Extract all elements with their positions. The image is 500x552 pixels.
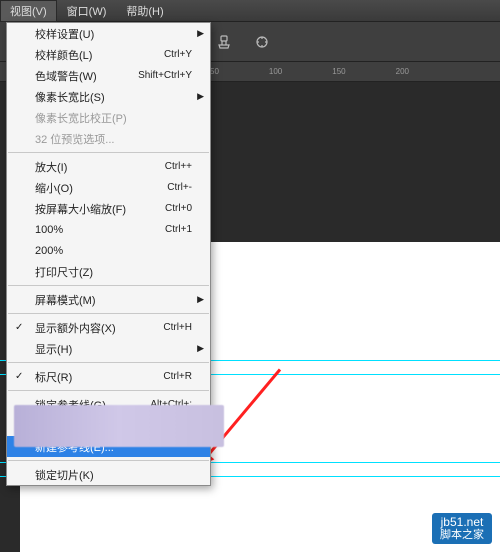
menu-separator	[8, 460, 209, 461]
menu-separator	[8, 285, 209, 286]
check-icon: ✓	[15, 322, 23, 333]
menu-item[interactable]: 100% Ctrl+1	[7, 219, 210, 240]
menu-item[interactable]: 像素长宽比(S) ▶	[7, 86, 210, 107]
menu-item[interactable]: ✓ 显示额外内容(X) Ctrl+H	[7, 317, 210, 338]
menu-item-label: 像素长宽比校正(P)	[35, 110, 127, 126]
menu-shortcut: Ctrl+0	[165, 203, 192, 214]
watermark-url: jb51.net	[441, 516, 484, 529]
menu-item[interactable]: 校样设置(U) ▶	[7, 23, 210, 44]
menu-item[interactable]: 锁定切片(K)	[7, 464, 210, 485]
menu-item-label: 缩小(O)	[35, 180, 73, 196]
menu-item[interactable]: 校样颜色(L) Ctrl+Y	[7, 44, 210, 65]
redacted-area	[14, 405, 224, 447]
menu-separator	[8, 362, 209, 363]
menu-help[interactable]: 帮助(H)	[116, 0, 173, 22]
menu-item-label: 按屏幕大小缩放(F)	[35, 201, 126, 217]
menu-item[interactable]: 缩小(O) Ctrl+-	[7, 177, 210, 198]
menu-item-label: 打印尺寸(Z)	[35, 264, 93, 280]
menu-item-label: 放大(I)	[35, 159, 67, 175]
menu-item-label: 显示额外内容(X)	[35, 320, 116, 336]
menu-item[interactable]: 显示(H) ▶	[7, 338, 210, 359]
menu-item[interactable]: 放大(I) Ctrl++	[7, 156, 210, 177]
menu-item-label: 32 位预览选项...	[35, 131, 114, 147]
menu-item[interactable]: 按屏幕大小缩放(F) Ctrl+0	[7, 198, 210, 219]
ruler-mark: 50	[210, 67, 219, 76]
menu-item-label: 像素长宽比(S)	[35, 89, 105, 105]
menu-item[interactable]: ✓ 标尺(R) Ctrl+R	[7, 366, 210, 387]
menu-item: 32 位预览选项...	[7, 128, 210, 149]
chevron-right-icon: ▶	[197, 343, 204, 354]
menu-shortcut: Ctrl+R	[163, 371, 192, 382]
menu-item-label: 标尺(R)	[35, 369, 72, 385]
menubar: 视图(V) 窗口(W) 帮助(H)	[0, 0, 500, 22]
menu-view[interactable]: 视图(V)	[0, 0, 57, 22]
ruler-mark: 200	[396, 67, 409, 76]
menu-window[interactable]: 窗口(W)	[57, 0, 117, 22]
menu-shortcut: Ctrl+H	[163, 322, 192, 333]
menu-item-label: 校样颜色(L)	[35, 47, 92, 63]
stamp-icon[interactable]	[210, 30, 238, 54]
menu-item-label: 校样设置(U)	[35, 26, 94, 42]
menu-item-label: 色域警告(W)	[35, 68, 97, 84]
menu-item-label: 200%	[35, 245, 63, 257]
menu-shortcut: Ctrl+-	[167, 182, 192, 193]
menu-item[interactable]: 200%	[7, 240, 210, 261]
menu-item[interactable]: 打印尺寸(Z)	[7, 261, 210, 282]
ruler-mark: 100	[269, 67, 282, 76]
chevron-right-icon: ▶	[197, 91, 204, 102]
menu-item-label: 锁定切片(K)	[35, 467, 94, 483]
menu-item: 像素长宽比校正(P)	[7, 107, 210, 128]
watermark-text: 脚本之家	[440, 529, 484, 541]
check-icon: ✓	[15, 371, 23, 382]
menu-item-label: 屏幕模式(M)	[35, 292, 96, 308]
menu-separator	[8, 313, 209, 314]
chevron-right-icon: ▶	[197, 28, 204, 39]
ruler-mark: 150	[332, 67, 345, 76]
chevron-right-icon: ▶	[197, 294, 204, 305]
menu-shortcut: Ctrl+Y	[164, 49, 192, 60]
menu-shortcut: Ctrl+1	[165, 224, 192, 235]
menu-separator	[8, 152, 209, 153]
menu-shortcut: Shift+Ctrl+Y	[138, 70, 192, 81]
menu-item-label: 100%	[35, 224, 63, 236]
brush-icon[interactable]	[248, 30, 276, 54]
watermark: jb51.net 脚本之家	[432, 513, 492, 544]
menu-shortcut: Ctrl++	[165, 161, 192, 172]
menu-item-label: 显示(H)	[35, 341, 72, 357]
menu-item[interactable]: 色域警告(W) Shift+Ctrl+Y	[7, 65, 210, 86]
menu-separator	[8, 390, 209, 391]
menu-item[interactable]: 屏幕模式(M) ▶	[7, 289, 210, 310]
